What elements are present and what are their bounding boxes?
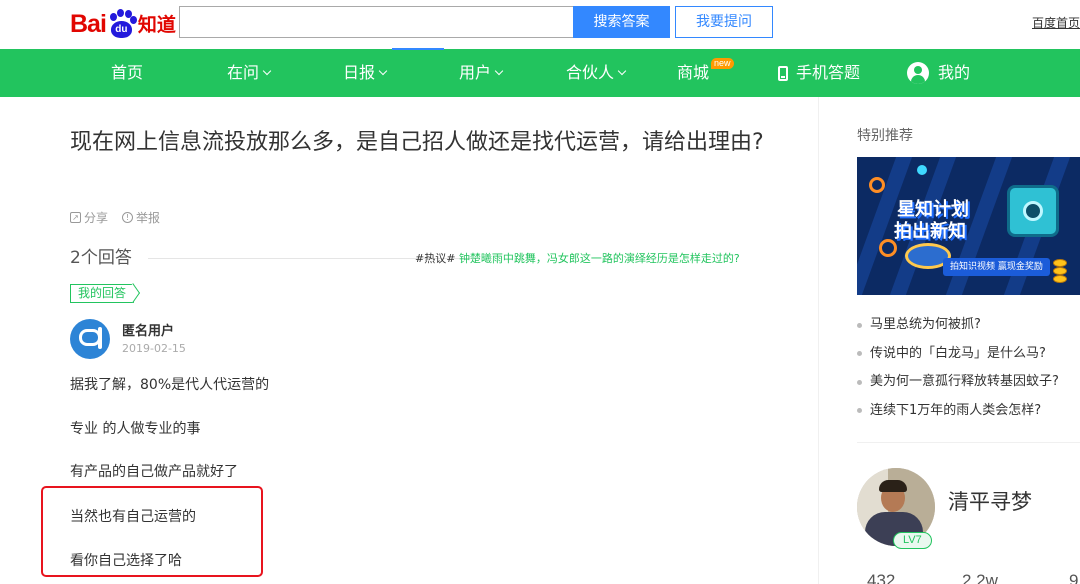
paw-icon: du	[107, 9, 137, 39]
nav-item-mine[interactable]: 我的	[907, 49, 970, 97]
banner-cta: 拍知识视频 赢现金奖励	[943, 258, 1050, 276]
answer-count: 2个回答	[70, 248, 132, 268]
chevron-down-icon	[378, 66, 388, 76]
recommendation-text: 马里总统为何被抓?	[870, 317, 981, 333]
nav-item-mobile-answer[interactable]: 手机答题	[778, 49, 860, 97]
baidu-home-link[interactable]: 百度首页	[1032, 14, 1080, 31]
bullet-icon	[857, 408, 862, 414]
nav-active-indicator	[392, 48, 444, 50]
answer-count-row: 2个回答 #热议# 钟楚曦雨中跳舞，冯女郎这一路的演绎经历是怎样走过的?	[70, 246, 760, 270]
top-bar: Bai du 知道 搜索答案 我要提问 百度首页	[0, 0, 1080, 49]
profile-stat: 9	[1069, 571, 1079, 584]
gear-icon	[869, 177, 885, 193]
hot-topic: #热议# 钟楚曦雨中跳舞，冯女郎这一路的演绎经历是怎样走过的?	[415, 250, 740, 266]
nav-item-users[interactable]: 用户	[459, 49, 504, 97]
column-divider	[818, 97, 819, 584]
report-label: 举报	[136, 211, 161, 225]
profile-stat: 432	[867, 571, 896, 584]
promo-banner[interactable]: 星知计划 拍出新知 拍知识视频 赢现金奖励	[857, 157, 1080, 295]
main-nav: 首页 在问 日报 用户 合伙人 商城 new 手机答题 我的	[0, 49, 1080, 97]
answer-user-name: 匿名用户	[122, 324, 175, 339]
sidebar-title: 特别推荐	[857, 128, 913, 144]
coin-icon	[1053, 267, 1067, 275]
search-input[interactable]	[179, 6, 573, 38]
question-actions: ↗ 分享 ! 举报	[70, 209, 160, 226]
search-button[interactable]: 搜索答案	[573, 6, 670, 38]
profile-name[interactable]: 清平寻梦	[948, 486, 1032, 516]
hot-topic-prefix: #热议#	[415, 252, 456, 265]
answer-date: 2019-02-15	[122, 342, 186, 355]
level-badge: LV7	[893, 532, 932, 549]
report-button[interactable]: ! 举报	[122, 209, 160, 226]
highlight-annotation-box	[41, 486, 263, 577]
logo-text-bai: Bai	[70, 10, 107, 38]
nav-item-mall[interactable]: 商城 new	[677, 49, 734, 97]
chevron-down-icon	[617, 66, 627, 76]
bullet-icon	[857, 322, 862, 328]
answer-line: 据我了解，80%是代人代运营的	[70, 377, 270, 393]
nav-label: 首页	[111, 63, 144, 82]
question-title: 现在网上信息流投放那么多，是自己招人做还是找代运营，请给出理由?	[70, 130, 764, 155]
banner-subheadline: 拍出新知	[894, 221, 966, 242]
bullet-icon	[857, 351, 862, 357]
recommendation-item[interactable]: 连续下1万年的雨人类会怎样?	[857, 397, 1059, 426]
share-button[interactable]: ↗ 分享	[70, 209, 108, 226]
nav-item-home[interactable]: 首页	[111, 49, 143, 97]
logo-text-zhidao: 知道	[137, 14, 176, 36]
logo-text-du: du	[110, 21, 132, 38]
baidu-zhidao-logo[interactable]: Bai du 知道	[70, 3, 176, 39]
user-icon	[907, 62, 929, 84]
ask-question-button[interactable]: 我要提问	[675, 6, 773, 38]
nav-label: 合伙人	[566, 63, 615, 82]
report-icon: !	[122, 212, 134, 223]
camera-icon	[1007, 185, 1059, 237]
nav-label: 日报	[343, 63, 376, 82]
answer-line: 专业 的人做专业的事	[70, 421, 201, 437]
nav-label: 在问	[227, 63, 260, 82]
nav-item-partners[interactable]: 合伙人	[566, 49, 627, 97]
sidebar-divider	[857, 442, 1080, 443]
profile-stat: 2.2w	[962, 571, 998, 584]
answer-line: 有产品的自己做产品就好了	[70, 464, 238, 480]
bullet-icon	[857, 379, 862, 385]
share-label: 分享	[84, 211, 109, 225]
share-icon: ↗	[70, 212, 81, 223]
recommendation-item[interactable]: 马里总统为何被抓?	[857, 311, 1059, 340]
recommendation-text: 传说中的「白龙马」是什么马?	[870, 345, 1046, 361]
coin-icon	[1053, 275, 1067, 283]
recommendation-text: 美为何一意孤行释放转基因蚊子?	[870, 374, 1059, 390]
nav-label: 我的	[938, 63, 971, 82]
recommendation-text: 连续下1万年的雨人类会怎样?	[870, 402, 1042, 418]
nav-label: 用户	[459, 63, 492, 82]
nav-item-asking[interactable]: 在问	[227, 49, 272, 97]
avatar	[70, 319, 110, 359]
nav-label: 手机答题	[796, 63, 861, 82]
hot-topic-link[interactable]: 钟楚曦雨中跳舞，冯女郎这一路的演绎经历是怎样走过的?	[459, 252, 740, 265]
coin-icon	[1053, 259, 1067, 267]
nav-label: 商城	[677, 63, 710, 82]
new-badge: new	[711, 58, 734, 69]
my-answer-tag: 我的回答	[70, 284, 135, 303]
chevron-down-icon	[262, 66, 272, 76]
lightbulb-icon	[917, 165, 927, 175]
nav-item-daily[interactable]: 日报	[343, 49, 388, 97]
recommendation-list: 马里总统为何被抓? 传说中的「白龙马」是什么马? 美为何一意孤行释放转基因蚊子?…	[857, 311, 1059, 425]
chevron-down-icon	[494, 66, 504, 76]
recommendation-item[interactable]: 传说中的「白龙马」是什么马?	[857, 340, 1059, 369]
recommendation-item[interactable]: 美为何一意孤行释放转基因蚊子?	[857, 368, 1059, 397]
phone-icon	[778, 65, 788, 81]
